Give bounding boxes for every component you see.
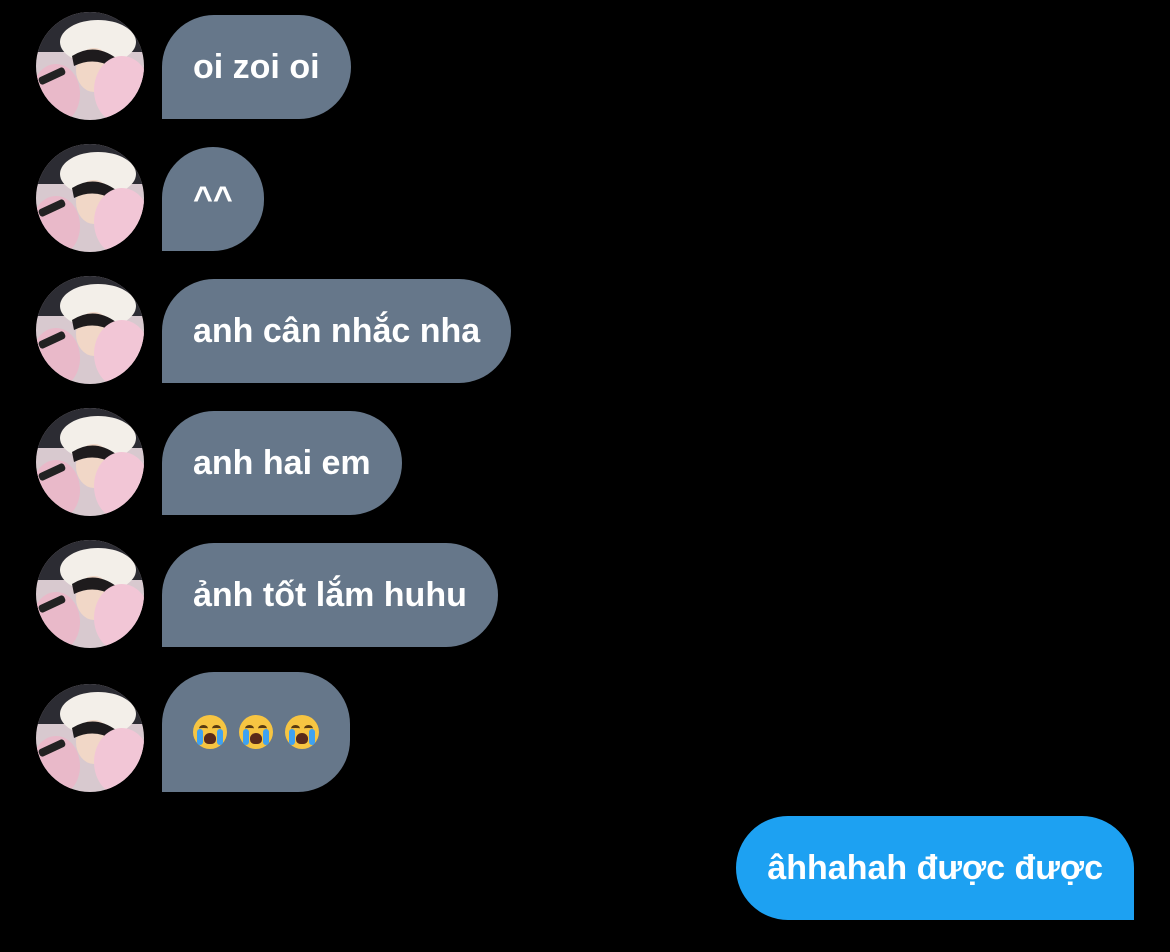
- received-message-bubble[interactable]: [162, 672, 350, 792]
- avatar-photo-icon: [36, 144, 144, 252]
- avatar-photo-icon: [36, 540, 144, 648]
- received-message-bubble[interactable]: ^^: [162, 147, 264, 251]
- message-text: anh cân nhắc nha: [193, 312, 481, 350]
- received-message-bubble[interactable]: anh hai em: [162, 411, 402, 515]
- avatar[interactable]: [36, 12, 144, 120]
- message-text: oi zoi oi: [193, 48, 320, 86]
- received-message-bubble[interactable]: anh cân nhắc nha: [162, 279, 512, 383]
- avatar[interactable]: [36, 408, 144, 516]
- loudly-crying-face-icon: [285, 715, 319, 749]
- avatar[interactable]: [36, 540, 144, 648]
- received-message-bubble[interactable]: ảnh tốt lắm huhu: [162, 543, 498, 647]
- avatar[interactable]: [36, 276, 144, 384]
- avatar-photo-icon: [36, 276, 144, 384]
- message-text: ảnh tốt lắm huhu: [193, 576, 467, 614]
- message-text: ^^: [193, 180, 233, 218]
- avatar[interactable]: [36, 684, 144, 792]
- loudly-crying-face-icon: [193, 715, 227, 749]
- emoji-row: [193, 715, 319, 749]
- avatar-photo-icon: [36, 684, 144, 792]
- avatar-photo-icon: [36, 12, 144, 120]
- avatar-photo-icon: [36, 408, 144, 516]
- message-text: anh hai em: [193, 444, 371, 482]
- avatar[interactable]: [36, 144, 144, 252]
- loudly-crying-face-icon: [239, 715, 273, 749]
- sent-message-bubble[interactable]: âhhahah được được: [736, 816, 1134, 920]
- received-message-bubble[interactable]: oi zoi oi: [162, 15, 351, 119]
- message-text: âhhahah được được: [767, 849, 1103, 887]
